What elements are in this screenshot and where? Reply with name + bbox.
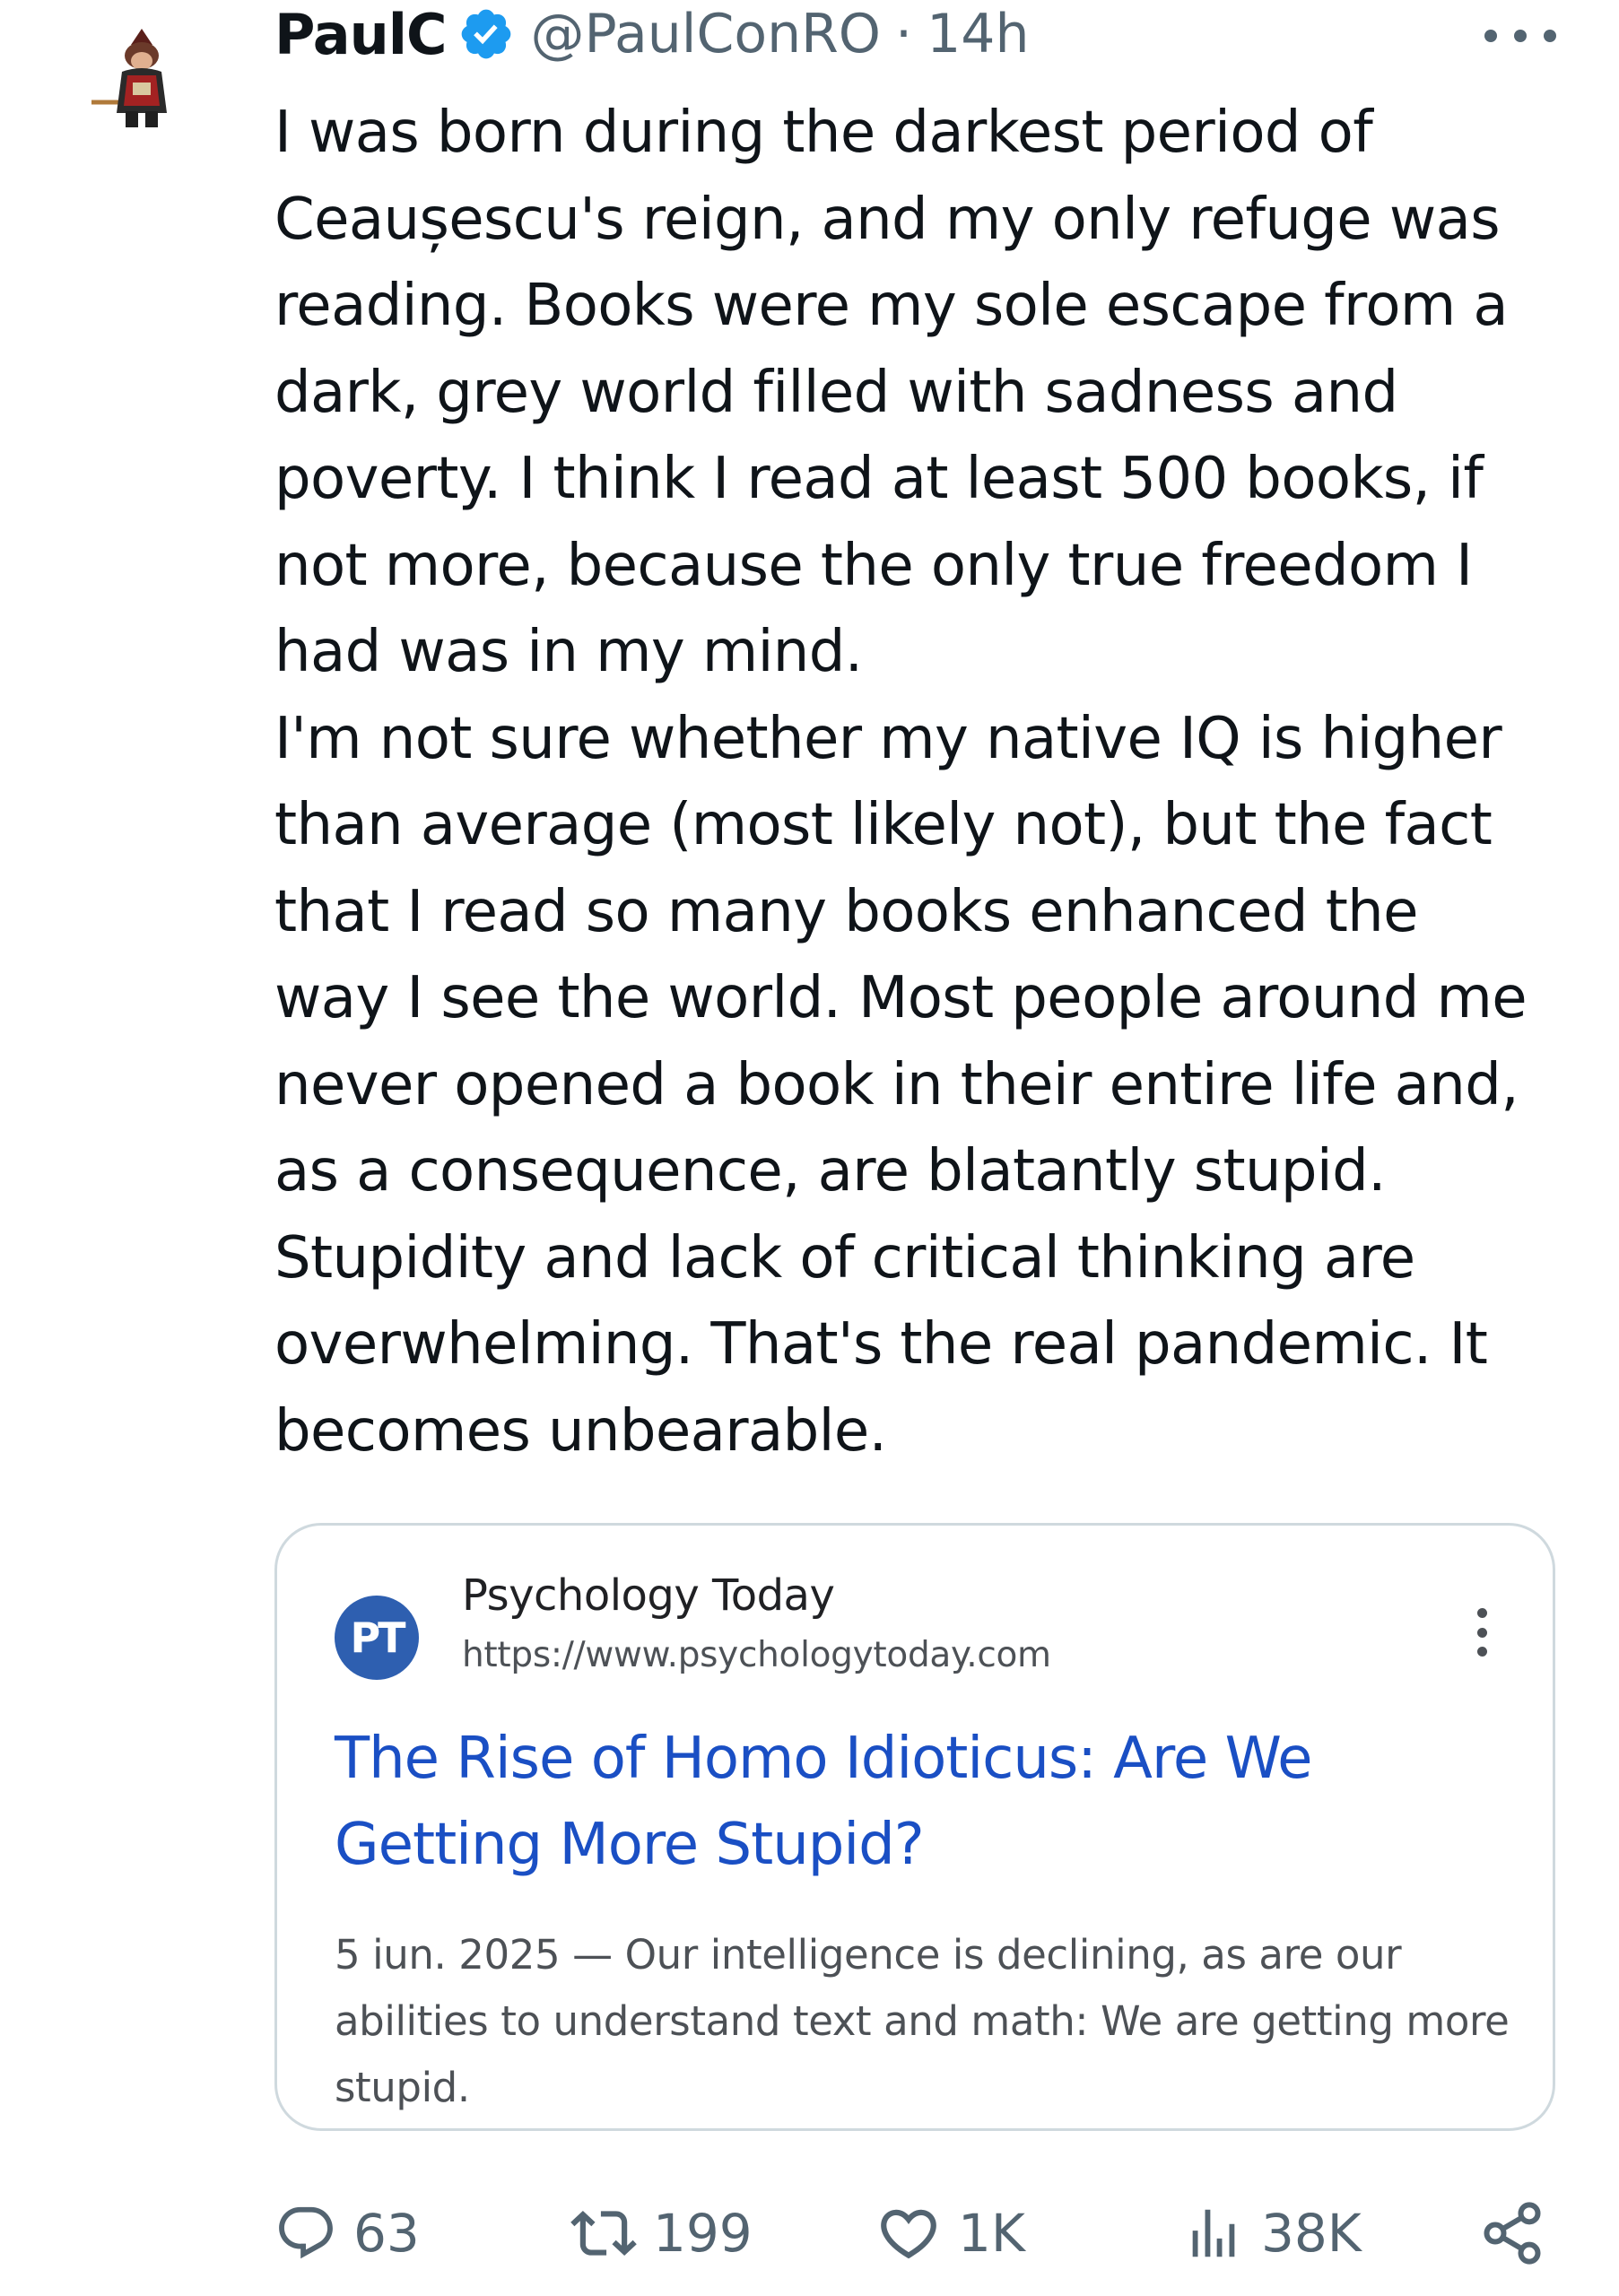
like-count: 1K [958, 2203, 1025, 2264]
repost-button[interactable]: 199 [570, 2188, 753, 2278]
timestamp[interactable]: 14h [927, 3, 1029, 65]
like-heart-icon [881, 2209, 936, 2259]
like-button[interactable]: 1K [875, 2188, 1025, 2278]
reply-count: 63 [353, 2203, 420, 2264]
action-bar: 63 199 1K 38K [0, 2188, 1619, 2278]
share-icon [1484, 2202, 1541, 2265]
share-button[interactable] [1478, 2188, 1546, 2278]
reply-icon [279, 2206, 333, 2259]
views-button[interactable]: 38K [1182, 2188, 1362, 2278]
more-vertical-icon [1476, 1608, 1487, 1618]
more-options-button[interactable] [1484, 18, 1556, 54]
link-card[interactable]: PT Psychology Today https://www.psycholo… [274, 1523, 1555, 2131]
reply-button[interactable]: 63 [274, 2188, 420, 2278]
card-snippet: 5 iun. 2025 — Our intelligence is declin… [335, 1931, 1510, 2111]
repost-icon [570, 2210, 637, 2257]
card-menu-button[interactable] [1475, 1608, 1488, 1657]
author-display-name[interactable]: PaulC [274, 2, 448, 67]
card-site-url: https://www.psychologytoday.com [462, 1635, 1051, 1675]
views-count: 38K [1261, 2203, 1362, 2264]
repost-count: 199 [653, 2203, 753, 2264]
author-handle[interactable]: @PaulConRO [531, 3, 882, 65]
card-title-link[interactable]: The Rise of Homo Idioticus: Are We Getti… [335, 1716, 1519, 1888]
tweet-text: I was born during the darkest period of … [274, 100, 1528, 1465]
avatar-image [79, 13, 205, 138]
avatar[interactable] [79, 13, 205, 138]
verified-badge-icon [461, 9, 510, 59]
card-site-name: Psychology Today [462, 1570, 835, 1621]
psychology-today-logo: PT [335, 1596, 419, 1680]
tweet-header: PaulC @PaulConRO · 14h [274, 0, 1029, 68]
more-horizontal-icon [1484, 30, 1497, 42]
views-bar-chart-icon [1192, 2209, 1235, 2257]
separator-dot: · [895, 3, 913, 65]
tweet[interactable]: PaulC @PaulConRO · 14h I was born during… [0, 0, 1619, 2296]
